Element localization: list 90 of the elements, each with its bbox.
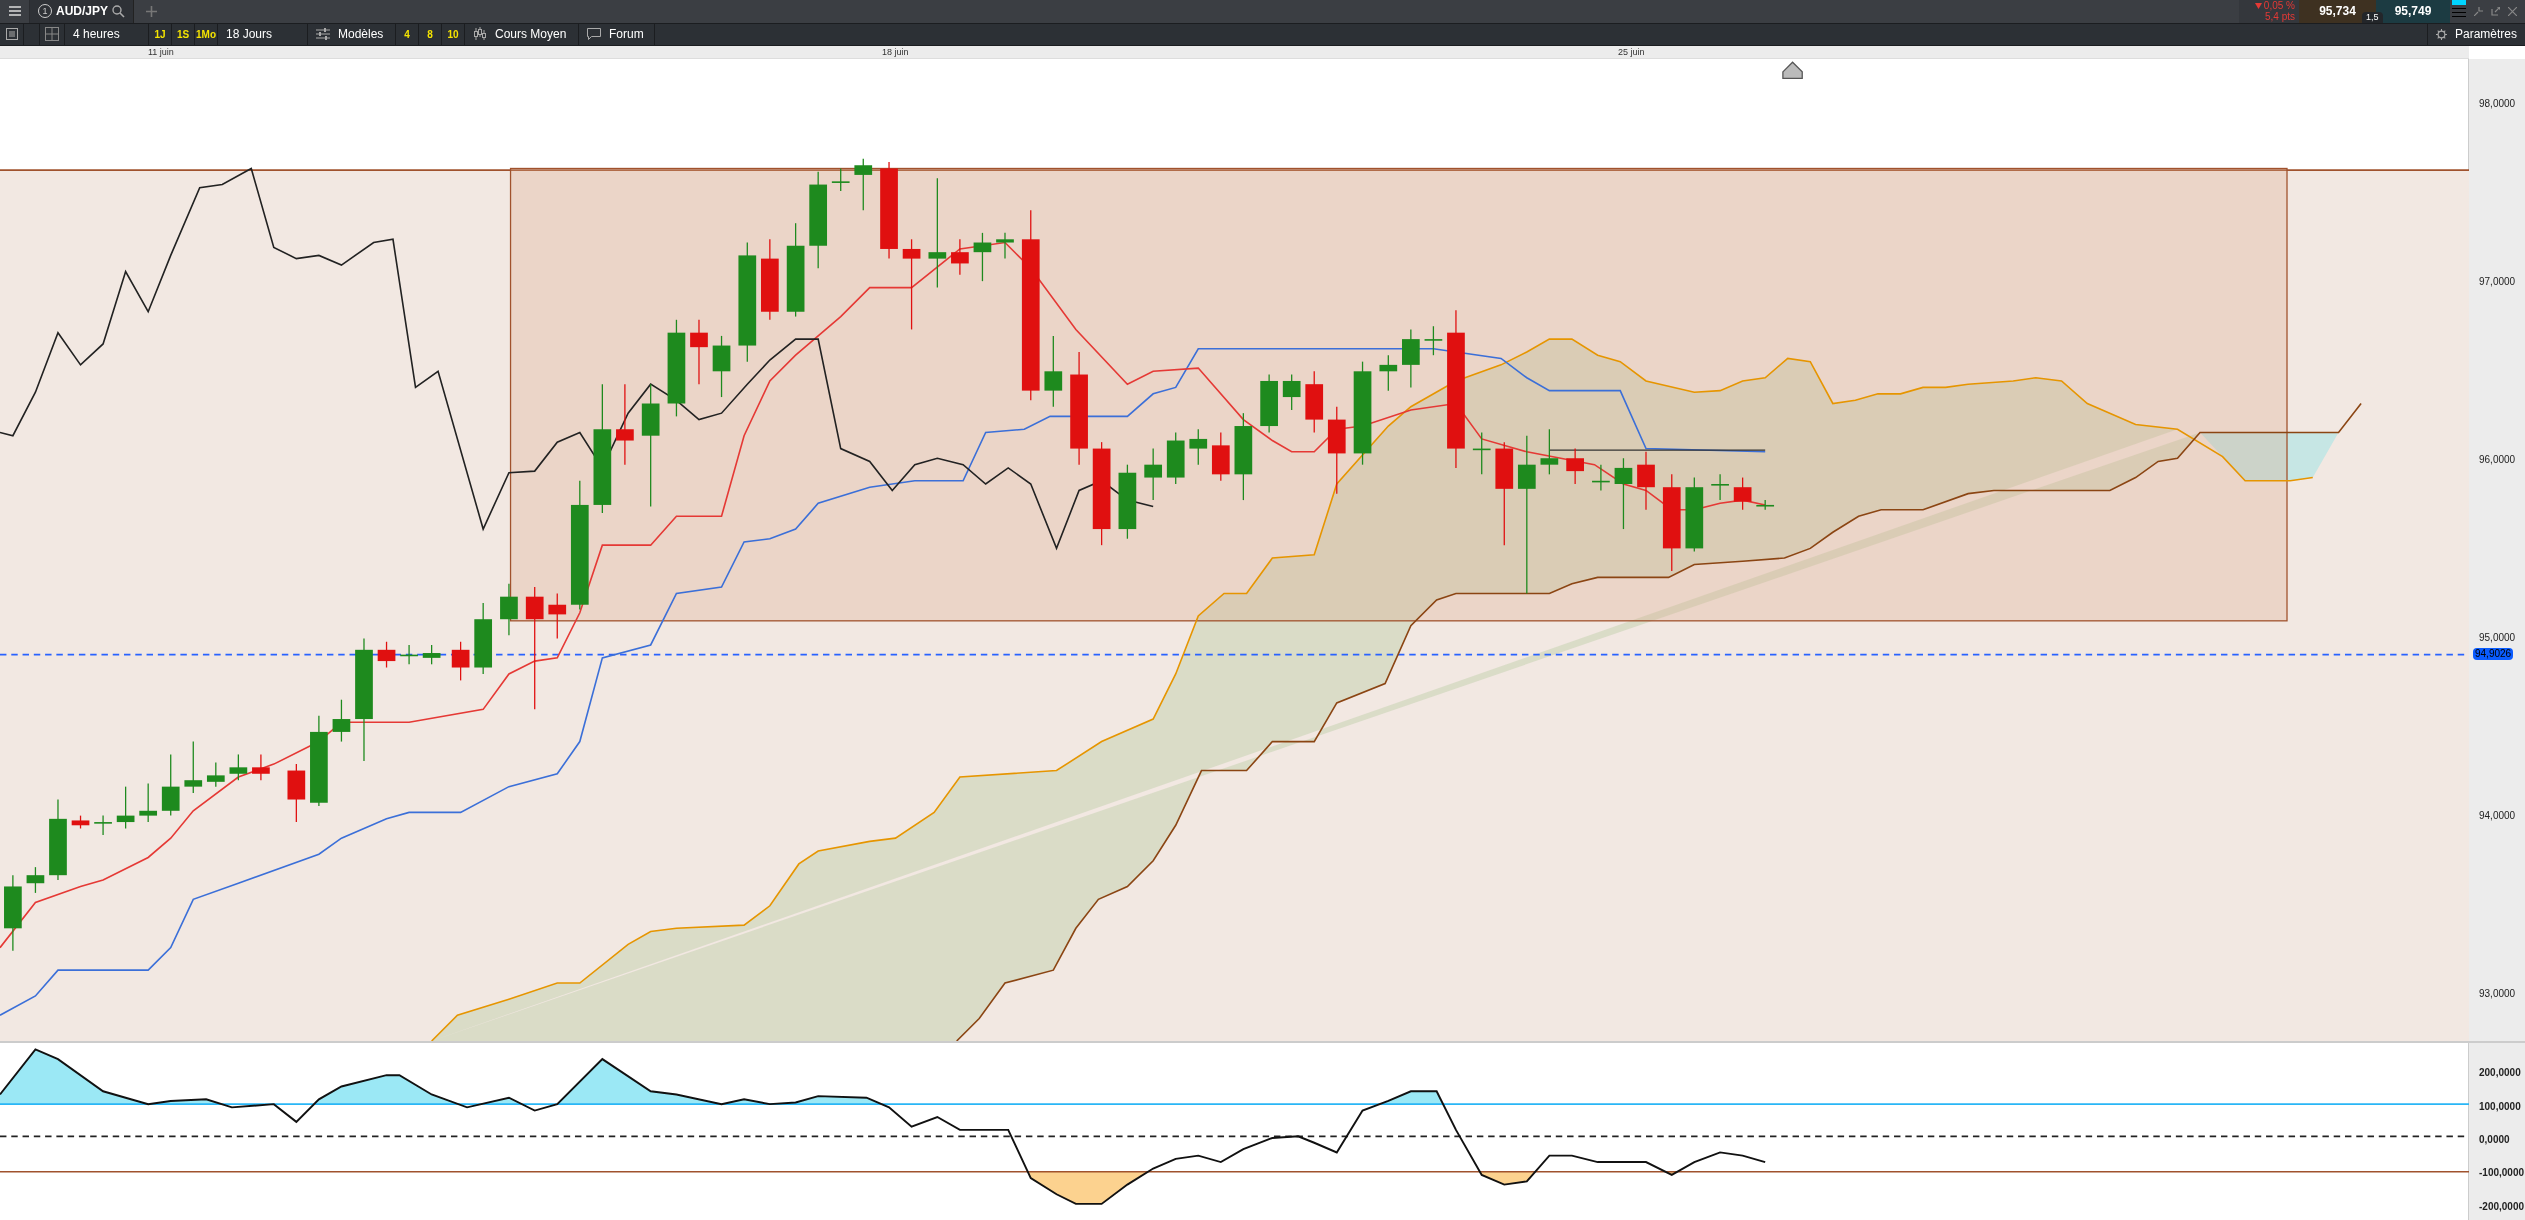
candlestick (206, 761, 225, 788)
range-button[interactable]: 1Mo (195, 23, 218, 45)
candlestick (712, 335, 731, 398)
candlestick (94, 814, 112, 836)
indicator-tick-label: 100,0000 (2479, 1101, 2521, 1113)
chart-type-button[interactable]: Cours Moyen (465, 23, 579, 45)
search-icon (112, 4, 125, 18)
period-selector[interactable]: 4 heures (65, 23, 149, 45)
candlestick (451, 641, 470, 682)
change-points: 5,4 pts (2264, 11, 2295, 23)
candlestick (1756, 499, 1775, 511)
candlestick (1733, 476, 1752, 511)
popout-icon[interactable] (2491, 6, 2500, 16)
candlestick (184, 740, 203, 794)
candlestick (1566, 447, 1584, 485)
candlestick-icon (473, 27, 487, 42)
range-button[interactable]: 1J (149, 23, 172, 45)
indicator-tick-label: 200,0000 (2479, 1067, 2521, 1079)
settings-icon (2436, 27, 2447, 41)
add-tab-icon[interactable] (146, 5, 157, 17)
candlestick (500, 583, 518, 636)
sliders-icon (316, 28, 330, 41)
grid-icon (45, 27, 59, 42)
layout-button[interactable] (39, 23, 65, 45)
price-tick-label: 97,0000 (2479, 276, 2516, 288)
candlestick (287, 763, 306, 823)
template-button[interactable]: 8 (419, 23, 442, 45)
price-tick-label: 95,0000 (2479, 632, 2516, 644)
indicator-tick-label: -100,0000 (2479, 1167, 2525, 1179)
candlestick (161, 753, 180, 817)
candlestick (139, 782, 158, 823)
candlestick (690, 319, 708, 385)
candlestick (1282, 373, 1301, 411)
candlestick (973, 232, 992, 282)
candlestick (332, 699, 351, 743)
candlestick (252, 753, 270, 781)
candlestick (1540, 428, 1559, 475)
instrument-tab[interactable]: 1 AUD/JPY (30, 0, 134, 23)
span-selector[interactable]: 18 Jours (218, 23, 308, 45)
templates-button[interactable]: Modèles (308, 23, 396, 45)
price-tick-label: 96,0000 (2479, 454, 2516, 466)
candlestick (854, 158, 873, 211)
price-tick-label: 98,0000 (2479, 98, 2516, 110)
candlestick (1379, 354, 1398, 392)
indicator-tick-label: 0,0000 (2479, 1134, 2510, 1146)
list-icon (5, 28, 18, 41)
range-button[interactable]: 1S (172, 23, 195, 45)
candlestick (26, 866, 45, 894)
candlestick (400, 644, 418, 665)
candlestick (1592, 464, 1610, 492)
speech-bubble-icon (587, 28, 601, 41)
candlestick (1424, 325, 1443, 356)
date-label: 11 juin (148, 46, 174, 59)
candlestick (548, 592, 567, 640)
candlestick (422, 644, 441, 665)
date-label: 25 juin (1618, 46, 1645, 59)
candlestick (951, 238, 969, 276)
forum-button[interactable]: Forum (579, 23, 655, 45)
template-button[interactable]: 10 (442, 23, 465, 45)
price-tick-label: 93,0000 (2479, 988, 2516, 1000)
candlestick (1402, 328, 1420, 389)
minimize-icon[interactable] (2474, 6, 2483, 16)
spread-badge: 1,5 (2362, 11, 2383, 23)
candlestick (831, 167, 850, 192)
symbol-label: AUD/JPY (56, 3, 108, 21)
candlestick (1166, 431, 1185, 485)
candlestick (1711, 473, 1729, 501)
menu-icon (8, 6, 21, 17)
current-price-label: 94,9026 (2473, 648, 2514, 660)
candlestick (377, 641, 396, 669)
price-tick-label: 94,0000 (2479, 810, 2516, 822)
candlestick (1305, 370, 1324, 434)
date-label: 18 juin (882, 46, 909, 59)
candlestick (996, 232, 1014, 260)
candlestick (116, 786, 135, 830)
candlestick (1637, 451, 1655, 511)
marker-icon[interactable] (1782, 61, 1803, 79)
candlestick (1144, 447, 1162, 501)
down-triangle-icon (2254, 2, 2262, 9)
candlestick (1189, 428, 1208, 466)
settings-button[interactable]: Paramètres (2427, 23, 2525, 45)
template-button[interactable]: 4 (396, 23, 419, 45)
indicator-tick-label: -200,0000 (2479, 1201, 2525, 1213)
candlestick (1472, 431, 1491, 475)
candlestick (229, 753, 248, 781)
change-percent: 0,05 % (2263, 0, 2295, 12)
close-icon[interactable] (2508, 6, 2517, 16)
candlestick (1260, 373, 1278, 434)
candlestick (1211, 431, 1230, 482)
candlestick (71, 814, 90, 830)
